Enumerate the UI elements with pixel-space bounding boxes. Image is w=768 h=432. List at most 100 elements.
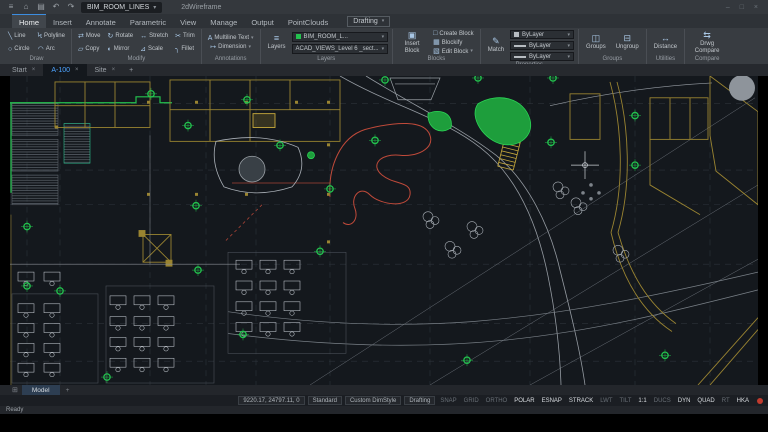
linetype-dropdown[interactable]: ByLayer ▾ [510, 41, 575, 50]
layers-manager-tool[interactable]: ≡ Layers [265, 34, 289, 51]
scale-tool[interactable]: ⊿ Scale [138, 46, 170, 53]
color-dropdown[interactable]: ByLayer ▾ [510, 30, 575, 39]
fillet-tool[interactable]: ╮ Fillet [173, 46, 197, 53]
toggle-esnap[interactable]: ESNAP [540, 398, 564, 404]
toggle-polar[interactable]: POLAR [512, 398, 536, 404]
groups-tool[interactable]: ◫ Groups [583, 34, 609, 51]
coordinates-display[interactable]: 9220.17, 24797.11, 0 [238, 396, 305, 405]
drawing-canvas[interactable] [10, 76, 758, 385]
match-properties-icon: ✎ [492, 36, 500, 47]
arc-tool[interactable]: ◠ Arc [36, 46, 67, 53]
ribbon-tab-pointclouds[interactable]: PointClouds [281, 14, 335, 28]
copy-icon: ▱ [77, 45, 84, 53]
blockify-tool[interactable]: ▦ Blockify [431, 39, 476, 46]
toggle-ducs[interactable]: DUCS [652, 398, 673, 404]
toggle-tilt[interactable]: TILT [618, 398, 634, 404]
model-tab[interactable]: Model [21, 385, 60, 395]
stretch-tool[interactable]: ↔ Stretch [138, 33, 170, 40]
arc-icon: ◠ [37, 45, 44, 53]
toggle-scale-1-1[interactable]: 1:1 [636, 398, 648, 404]
close-tab-icon[interactable]: × [32, 67, 36, 73]
match-properties-tool[interactable]: ✎ Match [485, 37, 507, 54]
drawing-compare-tool[interactable]: ⇆ Drwg Compare [689, 29, 725, 54]
mirror-tool[interactable]: ◐ Mirror [106, 46, 136, 53]
toggle-quad[interactable]: QUAD [695, 398, 716, 404]
toggle-ortho[interactable]: ORTHO [484, 398, 510, 404]
undo-icon[interactable]: ↶ [51, 0, 61, 14]
ribbon-tab-parametric[interactable]: Parametric [123, 14, 173, 28]
current-file-tab[interactable]: BIM_ROOM_LINES ▾ [81, 1, 163, 13]
panel-label-utilities[interactable]: Utilities [651, 55, 680, 64]
layer-color-swatch [295, 34, 301, 39]
ribbon-tab-manage[interactable]: Manage [203, 14, 244, 28]
ribbon-tab-view[interactable]: View [173, 14, 203, 28]
panel-layers: ≡ Layers BIM_ROOM_L... ▾ ACAD_VIEWS_Level… [261, 29, 394, 64]
window-controls[interactable]: – □ × [726, 4, 762, 11]
compare-icon: ⇆ [703, 29, 711, 40]
toggle-grid[interactable]: GRID [462, 398, 481, 404]
panel-label-annotations[interactable]: Annotations [206, 55, 256, 64]
workspace-selector[interactable]: Drafting ▾ [347, 15, 391, 27]
polyline-tool[interactable]: Ϟ Polyline [36, 33, 67, 40]
new-tab-button[interactable]: + [123, 64, 139, 76]
view-style-label[interactable]: 2dWireframe [181, 4, 221, 11]
close-tab-icon[interactable]: × [112, 67, 116, 73]
distance-tool[interactable]: ↔ Distance [651, 34, 680, 51]
create-block-tool[interactable]: □ Create Block [431, 30, 476, 37]
ribbon-tab-output[interactable]: Output [244, 14, 281, 28]
model-tab-bar: ⊞ Model + [0, 385, 768, 395]
layout-list-icon[interactable]: ⊞ [10, 385, 20, 395]
doc-tab-a100[interactable]: A-100 × [43, 64, 87, 76]
workspace-field[interactable]: Drafting [404, 396, 436, 405]
current-layer-dropdown[interactable]: BIM_ROOM_L... ▾ [291, 31, 389, 42]
dimension-tool[interactable]: ↦ Dimension ▾ [208, 44, 253, 51]
text-style-field[interactable]: Standard [307, 396, 342, 405]
line-icon: ╲ [8, 32, 13, 40]
layer-state-dropdown[interactable]: ACAD_VIEWS_Level 6 _sect... ▾ [291, 43, 389, 54]
edit-block-tool[interactable]: ▧ Edit Block ▾ [431, 48, 476, 55]
panel-label-draw[interactable]: Draw [6, 55, 67, 64]
current-layer-name: BIM_ROOM_L... [303, 33, 348, 40]
dimension-icon: ↦ [210, 43, 217, 51]
home-icon[interactable]: ⌂ [21, 0, 31, 14]
dim-style-field[interactable]: Custom DimStyle [344, 396, 402, 405]
panel-label-groups[interactable]: Groups [583, 55, 642, 64]
trim-tool[interactable]: ✂ Trim [173, 33, 197, 40]
ribbon-tab-insert[interactable]: Insert [46, 14, 79, 28]
toggle-strack[interactable]: STRACK [567, 398, 595, 404]
panel-label-layers[interactable]: Layers [265, 55, 389, 64]
copy-tool[interactable]: ▱ Copy [76, 46, 103, 53]
panel-label-blocks[interactable]: Blocks [397, 55, 476, 64]
new-doc-icon[interactable]: ▤ [36, 0, 46, 14]
doc-tab-site[interactable]: Site × [87, 64, 124, 76]
app-menu-icon[interactable]: ≡ [6, 0, 16, 14]
move-icon: ⇄ [77, 32, 84, 40]
rotate-tool[interactable]: ↻ Rotate [106, 33, 136, 40]
record-indicator[interactable] [757, 397, 763, 404]
panel-label-modify[interactable]: Modify [76, 55, 197, 64]
insert-block-tool[interactable]: ▣ Insert Block [397, 30, 427, 54]
toggle-dyn[interactable]: DYN [676, 398, 693, 404]
ungroup-tool[interactable]: ⊟ Ungroup [613, 34, 642, 51]
toggle-rt[interactable]: RT [720, 398, 732, 404]
toggle-hka[interactable]: HKA [735, 398, 751, 404]
ribbon-tab-annotate[interactable]: Annotate [79, 14, 123, 28]
doc-tab-start[interactable]: Start × [4, 64, 43, 76]
close-tab-icon[interactable]: × [75, 67, 79, 73]
multiline-text-tool[interactable]: A Multiline Text ▾ [206, 35, 256, 42]
move-tool[interactable]: ⇄ Move [76, 33, 103, 40]
circle-tool[interactable]: ○ Circle [6, 46, 32, 53]
redo-icon[interactable]: ↷ [66, 0, 76, 14]
line-tool[interactable]: ╲ Line [6, 33, 32, 40]
round-feature [729, 76, 755, 101]
toggle-snap[interactable]: SNAP [438, 398, 458, 404]
ready-status: Ready [6, 407, 24, 413]
lineweight-dropdown[interactable]: ByLayer ▾ [510, 52, 575, 61]
ribbon-tab-home[interactable]: Home [12, 14, 47, 28]
trim-icon: ✂ [175, 32, 181, 40]
drawing-viewport[interactable] [10, 76, 758, 385]
add-layout-button[interactable]: + [62, 385, 74, 395]
chevron-down-icon: ▾ [381, 18, 385, 24]
panel-label-compare[interactable]: Compare [689, 55, 725, 64]
toggle-lwt[interactable]: LWT [598, 398, 614, 404]
